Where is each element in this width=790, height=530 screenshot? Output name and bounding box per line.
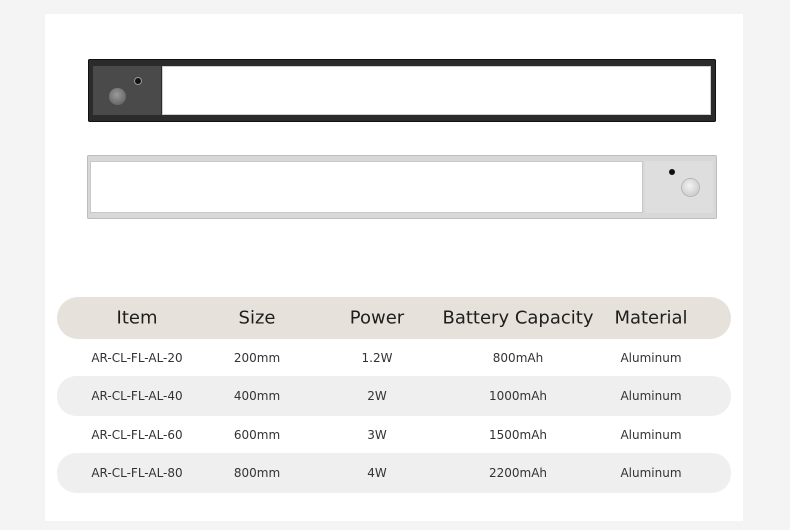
endcap: [645, 161, 713, 213]
table-header-row: Item Size Power Battery Capacity Materia…: [57, 297, 731, 339]
cell-material: Aluminum: [620, 427, 682, 442]
header-material: Material: [614, 307, 688, 329]
cell-power: 2W: [367, 389, 387, 403]
silver-light-bar-image: [87, 155, 717, 219]
indicator-dot-icon: [135, 78, 141, 84]
cell-material: Aluminum: [620, 350, 682, 365]
black-light-bar-image: [88, 59, 716, 122]
cell-item: AR-CL-FL-AL-60: [91, 427, 183, 442]
header-power: Power: [349, 307, 405, 329]
indicator-dot-icon: [669, 169, 675, 175]
cell-material: Aluminum: [620, 389, 682, 403]
header-item: Item: [116, 307, 158, 329]
cell-power: 3W: [367, 427, 387, 442]
cell-battery: 2200mAh: [488, 466, 548, 480]
endcap: [93, 66, 161, 115]
cell-material: Aluminum: [620, 466, 682, 480]
cell-item: AR-CL-FL-AL-80: [91, 466, 183, 480]
cell-battery: 800mAh: [492, 350, 544, 365]
cell-battery: 1500mAh: [488, 427, 548, 442]
cell-size: 200mm: [233, 350, 281, 365]
cell-size: 800mm: [233, 466, 281, 480]
table-row: AR-CL-FL-AL-80 800mm 4W 2200mAh Aluminum: [57, 453, 731, 493]
cell-item: AR-CL-FL-AL-20: [91, 350, 183, 365]
light-diffuser: [162, 66, 711, 115]
motion-sensor-icon: [682, 179, 699, 196]
table-row: AR-CL-FL-AL-20 200mm 1.2W 800mAh Aluminu…: [57, 339, 731, 376]
cell-size: 600mm: [233, 427, 281, 442]
motion-sensor-icon: [109, 88, 126, 105]
cell-power: 4W: [367, 466, 387, 480]
table-row: AR-CL-FL-AL-40 400mm 2W 1000mAh Aluminum: [57, 376, 731, 416]
spec-table: Item Size Power Battery Capacity Materia…: [57, 297, 731, 493]
header-size: Size: [238, 307, 276, 329]
cell-size: 400mm: [233, 389, 281, 403]
header-battery-capacity: Battery Capacity: [442, 307, 594, 329]
light-diffuser: [90, 161, 643, 213]
cell-power: 1.2W: [361, 350, 393, 365]
cell-item: AR-CL-FL-AL-40: [91, 389, 183, 403]
table-row: AR-CL-FL-AL-60 600mm 3W 1500mAh Aluminum: [57, 416, 731, 453]
cell-battery: 1000mAh: [488, 389, 548, 403]
